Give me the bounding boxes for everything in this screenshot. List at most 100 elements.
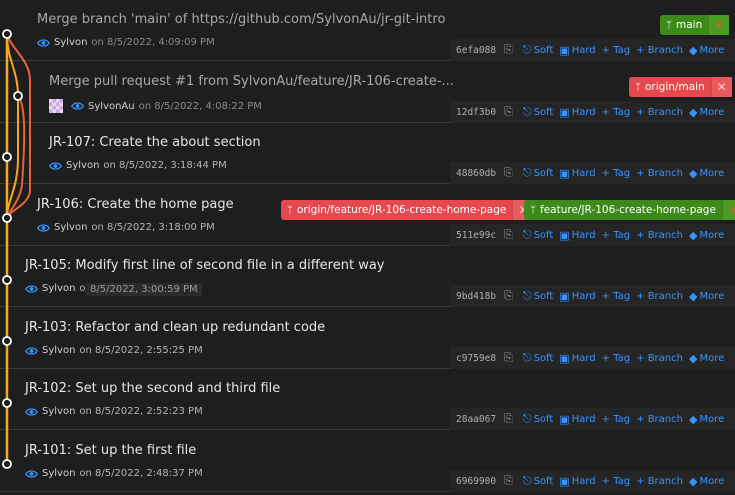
commit-actions: 28aa067 ⎘ ⎋ Soft ▣ Hard + Tag + Branch ◆ More: [450, 408, 735, 430]
more-icon: ◆: [688, 166, 698, 180]
more-button[interactable]: ◆ More: [689, 106, 724, 119]
copy-icon[interactable]: ⎘: [504, 166, 513, 180]
more-button[interactable]: ◆ More: [689, 413, 724, 426]
commit-actions: 6969900 ⎘ ⎋ Soft ▣ Hard + Tag + Branch ◆ More: [450, 470, 735, 492]
commit-row[interactable]: JR-102: Set up the second and third file…: [0, 369, 735, 430]
more-label: More: [699, 352, 725, 364]
commit-row[interactable]: JR-101: Set up the first file Sylvon on 8/…: [0, 431, 735, 492]
reset-soft-button[interactable]: ⎋ Soft: [523, 43, 553, 57]
reset-soft-label: Soft: [533, 352, 554, 364]
add-tag-button[interactable]: + Tag: [602, 45, 631, 56]
reset-soft-button[interactable]: ⎋ Soft: [523, 166, 553, 180]
commit-actions: 9bd418b ⎘ ⎋ Soft ▣ Hard + Tag + Branch ◆ More: [450, 285, 735, 307]
add-branch-button[interactable]: + Branch: [636, 45, 683, 56]
reset-soft-button[interactable]: ⎋ Soft: [523, 228, 553, 242]
reset-hard-icon: ▣: [559, 105, 570, 119]
branch-tag-origin-main[interactable]: ᛘ origin/main ✕: [629, 77, 732, 97]
eye-icon[interactable]: [25, 346, 38, 356]
reset-soft-button[interactable]: ⎋ Soft: [523, 105, 553, 119]
more-button[interactable]: ◆ More: [689, 44, 724, 57]
add-tag-button[interactable]: + Tag: [602, 107, 631, 118]
reset-hard-button[interactable]: ▣ Hard: [559, 167, 595, 180]
reset-hard-label: Hard: [571, 44, 596, 56]
eye-icon[interactable]: [25, 284, 38, 294]
more-button[interactable]: ◆ More: [689, 475, 724, 488]
commit-sha[interactable]: 6969900: [456, 476, 496, 487]
eye-icon[interactable]: [37, 223, 50, 233]
reset-hard-button[interactable]: ▣ Hard: [559, 229, 595, 242]
eye-icon[interactable]: [25, 469, 38, 479]
copy-icon[interactable]: ⎘: [504, 474, 513, 488]
copy-icon[interactable]: ⎘: [504, 289, 513, 303]
add-tag-button[interactable]: + Tag: [602, 353, 631, 364]
more-icon: ◆: [688, 105, 698, 119]
reset-hard-button[interactable]: ▣ Hard: [559, 352, 595, 365]
add-tag-button[interactable]: + Tag: [602, 414, 631, 425]
add-tag-label: + Tag: [601, 44, 631, 56]
reset-hard-button[interactable]: ▣ Hard: [559, 106, 595, 119]
add-branch-label: + Branch: [636, 475, 683, 487]
reset-hard-button[interactable]: ▣ Hard: [559, 44, 595, 57]
add-branch-button[interactable]: + Branch: [636, 168, 683, 179]
add-tag-button[interactable]: + Tag: [602, 291, 631, 302]
add-tag-button[interactable]: + Tag: [602, 168, 631, 179]
add-tag-button[interactable]: + Tag: [602, 476, 631, 487]
commit-sha[interactable]: 12df3b0: [456, 107, 496, 118]
eye-icon[interactable]: [25, 407, 38, 417]
reset-soft-button[interactable]: ⎋ Soft: [523, 412, 553, 426]
commit-sha[interactable]: 28aa067: [456, 414, 496, 425]
add-branch-button[interactable]: + Branch: [636, 291, 683, 302]
reset-hard-button[interactable]: ▣ Hard: [559, 475, 595, 488]
add-branch-button[interactable]: + Branch: [636, 353, 683, 364]
commit-sha[interactable]: 9bd418b: [456, 291, 496, 302]
commit-row[interactable]: JR-105: Modify first line of second file…: [0, 246, 735, 307]
branch-icon: ᛘ: [287, 204, 293, 216]
reset-hard-icon: ▣: [559, 351, 570, 365]
more-button[interactable]: ◆ More: [689, 290, 724, 303]
commit-sha[interactable]: 48860db: [456, 168, 496, 179]
commit-sha[interactable]: c9759e8: [456, 353, 496, 364]
copy-icon[interactable]: ⎘: [504, 228, 513, 242]
more-button[interactable]: ◆ More: [689, 167, 724, 180]
branch-tag-main[interactable]: ᛘ main ✕: [660, 15, 730, 35]
reset-hard-button[interactable]: ▣ Hard: [559, 413, 595, 426]
more-icon: ◆: [688, 289, 698, 303]
commit-sha[interactable]: 6efa088: [456, 45, 496, 56]
add-branch-button[interactable]: + Branch: [636, 230, 683, 241]
add-tag-label: + Tag: [601, 475, 631, 487]
reset-soft-label: Soft: [533, 106, 554, 118]
delete-branch-icon[interactable]: ✕: [710, 77, 732, 97]
reset-soft-icon: ⎋: [522, 412, 532, 425]
eye-icon[interactable]: [37, 38, 50, 48]
copy-icon[interactable]: ⎘: [504, 351, 513, 365]
more-button[interactable]: ◆ More: [689, 229, 724, 242]
add-tag-label: + Tag: [601, 167, 631, 179]
add-branch-button[interactable]: + Branch: [636, 414, 683, 425]
eye-icon[interactable]: [71, 101, 84, 111]
add-tag-button[interactable]: + Tag: [602, 230, 631, 241]
delete-branch-icon[interactable]: ✕: [708, 15, 730, 35]
reset-hard-button[interactable]: ▣ Hard: [559, 290, 595, 303]
copy-icon[interactable]: ⎘: [504, 105, 513, 119]
add-branch-button[interactable]: + Branch: [636, 476, 683, 487]
commit-sha[interactable]: 511e99c: [456, 230, 496, 241]
copy-icon[interactable]: ⎘: [504, 43, 513, 57]
commit-row[interactable]: JR-107: Create the about section Sylvon on…: [0, 123, 735, 184]
reset-soft-button[interactable]: ⎋ Soft: [523, 351, 553, 365]
branch-tag-feature[interactable]: ᛘ feature/JR-106-create-home-page ✕: [524, 200, 735, 220]
add-branch-button[interactable]: + Branch: [636, 107, 683, 118]
commit-row[interactable]: Merge pull request #1 from SylvonAu/feat…: [0, 62, 735, 123]
commit-meta: Sylvon on 8/5/2022, 3:18:00 PM: [37, 222, 215, 233]
more-button[interactable]: ◆ More: [689, 352, 724, 365]
commit-row[interactable]: JR-103: Refactor and clean up redundant …: [0, 308, 735, 369]
commit-row[interactable]: Merge branch 'main' of https://github.co…: [0, 0, 735, 61]
reset-soft-button[interactable]: ⎋ Soft: [523, 474, 553, 488]
reset-soft-button[interactable]: ⎋ Soft: [523, 289, 553, 303]
add-tag-label: + Tag: [601, 229, 631, 241]
add-tag-label: + Tag: [601, 352, 631, 364]
branch-tag-origin-feature[interactable]: ᛘ origin/feature/JR-106-create-home-page…: [281, 200, 534, 220]
copy-icon[interactable]: ⎘: [504, 412, 513, 426]
eye-icon[interactable]: [49, 161, 62, 171]
commit-date: on 8/5/2022, 4:08:22 PM: [138, 100, 262, 112]
delete-branch-icon[interactable]: ✕: [721, 200, 735, 220]
